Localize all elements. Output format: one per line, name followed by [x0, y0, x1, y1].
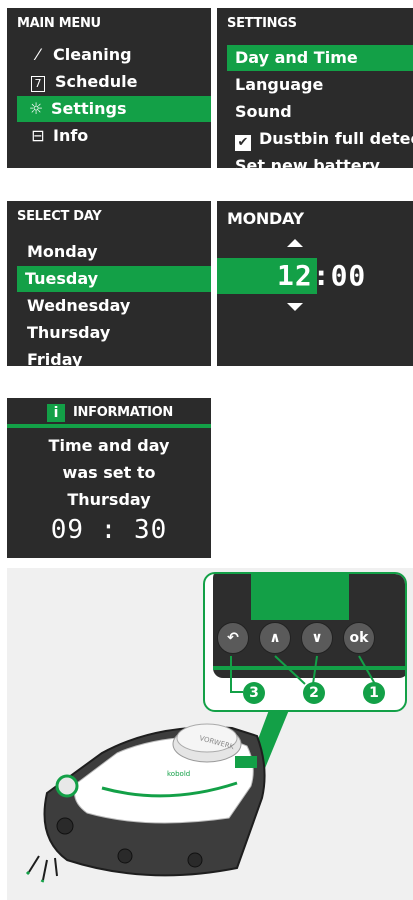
callout-number-1: 1	[363, 682, 385, 704]
bumper-sensor	[187, 852, 203, 868]
day-item-wednesday[interactable]: Wednesday	[19, 293, 211, 319]
control-panel-callout: ↶ ∧ ∨ ok 3 2 1	[203, 572, 407, 712]
info-card-icon: ⊟	[31, 126, 45, 145]
time-display: 12:00	[277, 258, 366, 294]
day-item-tuesday[interactable]: Tuesday	[17, 266, 211, 292]
hours-value[interactable]: 12	[277, 259, 313, 292]
robot-power-button	[55, 774, 79, 798]
up-arrow-icon[interactable]	[287, 239, 303, 247]
time-set-screen: MONDAY 12:00	[217, 201, 413, 366]
calendar-icon: 7	[31, 76, 45, 92]
settings-item-sound[interactable]: Sound	[227, 99, 413, 125]
minutes-value[interactable]: 00	[331, 259, 367, 292]
brand-text: kobold	[167, 770, 190, 778]
settings-item-label: Sound	[235, 102, 292, 121]
time-set-title: MONDAY	[227, 209, 304, 228]
time-separator: :	[312, 259, 331, 292]
side-brush	[28, 855, 58, 881]
down-arrow-icon[interactable]	[287, 303, 303, 311]
menu-item-label: Cleaning	[53, 45, 132, 64]
information-screen: i INFORMATION Time and day was set to Th…	[7, 398, 211, 558]
robot-illustration: VORWERK kobold ↶ ∧ ∨ ok 3 2 1	[7, 568, 413, 900]
settings-item-label: Dustbin full detect	[259, 129, 413, 148]
leader-line-1	[358, 655, 376, 685]
side-brush-tips	[25, 870, 45, 883]
robot-display	[235, 756, 257, 768]
front-bumper-sensor	[56, 817, 74, 835]
day-item-label: Friday	[27, 350, 83, 366]
settings-item-set-new-battery[interactable]: Set new battery	[227, 153, 413, 168]
day-item-label: Wednesday	[27, 296, 131, 315]
day-item-label: Tuesday	[25, 269, 99, 288]
callout-number-2: 2	[303, 682, 325, 704]
bumper-sensor	[117, 848, 133, 864]
leader-line-3	[230, 656, 243, 693]
settings-item-day-and-time[interactable]: Day and Time	[227, 45, 413, 71]
info-message-line: Time and day	[48, 436, 170, 455]
main-menu-title: MAIN MENU	[17, 16, 101, 31]
info-message-line: Thursday	[67, 490, 151, 509]
select-day-screen: SELECT DAY Monday Tuesday Wednesday Thur…	[7, 201, 211, 366]
time-editor[interactable]: 12:00	[217, 258, 413, 294]
gear-icon: ☼	[28, 99, 44, 118]
settings-item-dustbin-full-detect[interactable]: ✔ Dustbin full detect	[227, 126, 413, 152]
day-item-thursday[interactable]: Thursday	[19, 320, 211, 346]
menu-item-label: Info	[53, 126, 89, 145]
info-icon: i	[47, 404, 65, 422]
settings-item-language[interactable]: Language	[227, 72, 413, 98]
settings-title: SETTINGS	[227, 16, 297, 31]
settings-item-label: Day and Time	[235, 48, 358, 67]
broom-icon: ⁄	[36, 45, 40, 64]
settings-item-label: Set new battery	[235, 156, 380, 168]
day-item-friday[interactable]: Friday	[19, 347, 211, 366]
menu-item-label: Settings	[51, 99, 127, 118]
information-header: i INFORMATION	[7, 398, 211, 426]
information-title: INFORMATION	[73, 405, 173, 420]
menu-item-info[interactable]: ⊟ Info	[19, 123, 211, 149]
info-message-line: was set to	[62, 463, 156, 482]
menu-item-cleaning[interactable]: ⁄ Cleaning	[19, 42, 211, 68]
menu-item-schedule[interactable]: 7 Schedule	[19, 69, 211, 95]
main-menu-screen: MAIN MENU ⁄ Cleaning 7 Schedule ☼ Settings …	[7, 8, 211, 168]
settings-item-label: Language	[235, 75, 324, 94]
day-item-label: Thursday	[27, 323, 111, 342]
info-time-value: 09 : 30	[50, 515, 168, 545]
menu-item-settings[interactable]: ☼ Settings	[17, 96, 211, 122]
select-day-title: SELECT DAY	[17, 209, 102, 224]
callout-number-3: 3	[243, 682, 265, 704]
day-item-label: Monday	[27, 242, 98, 261]
header-divider	[7, 424, 211, 428]
leader-line-2	[274, 655, 318, 685]
checkbox-checked-icon[interactable]: ✔	[235, 135, 251, 151]
day-item-monday[interactable]: Monday	[19, 239, 211, 265]
settings-screen: SETTINGS Day and Time Language Sound ✔ Du…	[217, 8, 413, 168]
menu-item-label: Schedule	[55, 72, 138, 91]
